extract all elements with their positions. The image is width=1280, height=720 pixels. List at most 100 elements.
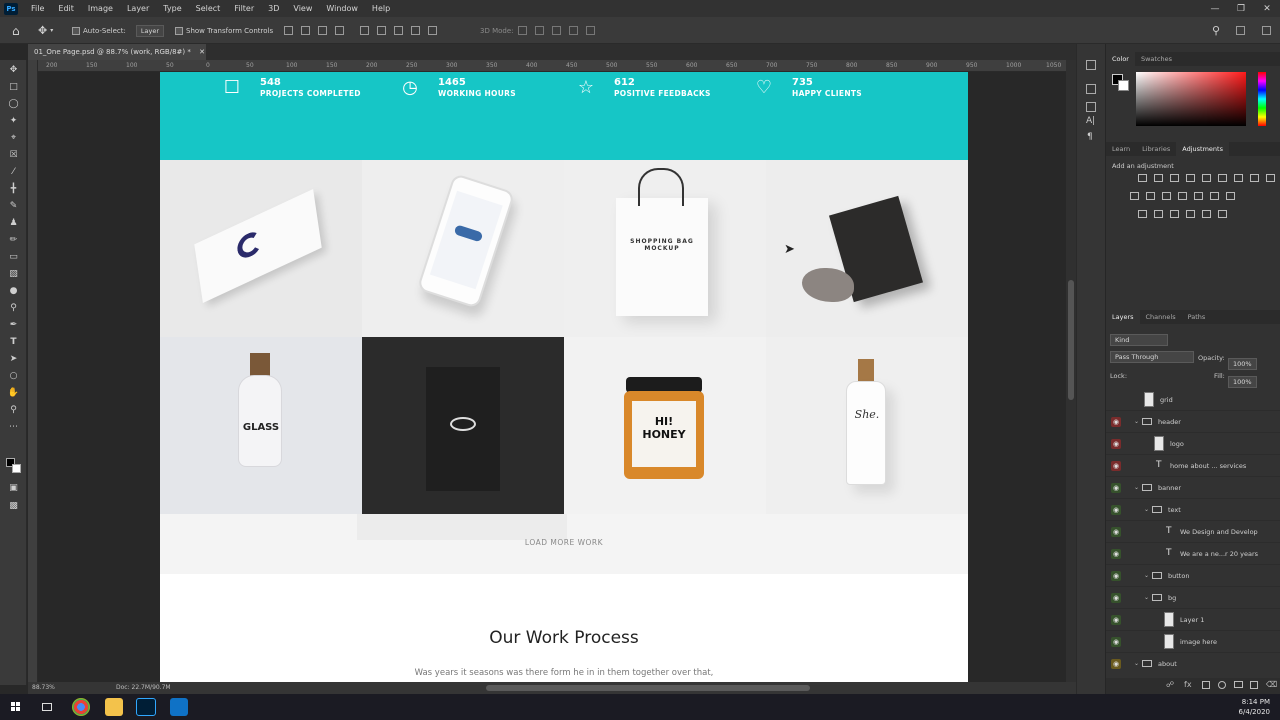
dodge-tool-icon[interactable]: ⚲ [7, 302, 20, 315]
adjustment-icon[interactable] [1250, 174, 1259, 182]
share-icon[interactable] [1258, 17, 1275, 44]
history-icon[interactable] [1086, 60, 1096, 70]
expand-chevron-icon[interactable]: ⌄ [1134, 484, 1139, 491]
paragraph-icon[interactable]: ¶ [1087, 132, 1093, 142]
opacity-field[interactable]: 100% [1228, 351, 1257, 370]
start-button[interactable] [7, 698, 25, 716]
file-explorer-icon[interactable] [105, 698, 123, 716]
visibility-eye-icon[interactable]: ◉ [1111, 439, 1121, 449]
layer-row[interactable]: ◉ T We are a ne...r 20 years [1106, 543, 1280, 565]
align-bottom-icon[interactable] [394, 26, 403, 35]
adjustment-icon[interactable] [1178, 192, 1187, 200]
visibility-eye-icon[interactable]: ◉ [1111, 527, 1121, 537]
show-transform-checkbox[interactable] [175, 26, 183, 35]
menu-window[interactable]: Window [319, 0, 365, 17]
adjustment-icon[interactable] [1218, 174, 1227, 182]
align-top-icon[interactable] [360, 26, 369, 35]
tab-layers[interactable]: Layers [1106, 310, 1140, 324]
gallery-item-book[interactable] [766, 160, 968, 337]
adjustment-icon[interactable] [1130, 192, 1139, 200]
expand-chevron-icon[interactable]: ⌄ [1134, 660, 1139, 667]
adjustment-icon[interactable] [1170, 174, 1179, 182]
pen-tool-icon[interactable]: ✒ [7, 319, 20, 332]
adjustment-icon[interactable] [1202, 210, 1211, 218]
adjustment-icon[interactable] [1186, 210, 1195, 218]
adjustment-icon[interactable] [1146, 192, 1155, 200]
canvas-area[interactable]: ☐ 548 PROJECTS COMPLETED ◷ 1465 WORKING HO… [38, 72, 1066, 682]
adjustment-icon[interactable] [1138, 174, 1147, 182]
expand-chevron-icon[interactable]: ⌄ [1144, 572, 1149, 579]
layer-row[interactable]: ◉ ⌄ header [1106, 411, 1280, 433]
quick-mask-icon[interactable]: ▣ [7, 482, 20, 495]
adjustment-icon[interactable] [1226, 192, 1235, 200]
marquee-tool-icon[interactable]: □ [7, 81, 20, 94]
adjustment-icon[interactable] [1186, 174, 1195, 182]
load-more-button[interactable]: LOAD MORE WORK [160, 538, 968, 547]
bg-color-chip[interactable] [1118, 80, 1129, 91]
background-color-swatch[interactable] [12, 464, 21, 473]
mask-icon[interactable] [1202, 681, 1210, 689]
adjustment-icon[interactable] [1210, 192, 1219, 200]
layer-row[interactable]: ◉ ⌄ button [1106, 565, 1280, 587]
align-center-icon[interactable] [301, 26, 310, 35]
search-icon[interactable]: ⚲ [1212, 17, 1220, 44]
tab-learn[interactable]: Learn [1106, 142, 1136, 156]
vscode-icon[interactable] [170, 698, 188, 716]
layer-row[interactable]: ◉ logo [1106, 433, 1280, 455]
eyedropper-tool-icon[interactable]: ⁄ [7, 166, 20, 179]
restore-button[interactable]: ❐ [1228, 4, 1254, 14]
tab-libraries[interactable]: Libraries [1136, 142, 1176, 156]
close-tab-icon[interactable]: ✕ [199, 48, 205, 56]
color-picker-field[interactable] [1136, 72, 1246, 126]
move-tool-icon[interactable]: ✥ ▾ [38, 17, 53, 44]
frame-tool-icon[interactable]: ☒ [7, 149, 20, 162]
eraser-tool-icon[interactable]: ▭ [7, 251, 20, 264]
link-layers-icon[interactable]: ☍ [1166, 680, 1174, 689]
character-icon[interactable]: A| [1086, 116, 1095, 126]
3d-pan-icon[interactable] [551, 26, 561, 35]
task-view-icon[interactable] [38, 698, 56, 716]
align-right-icon[interactable] [318, 26, 327, 35]
visibility-eye-icon[interactable]: ◉ [1111, 659, 1121, 669]
path-select-tool-icon[interactable]: ➤ [7, 353, 20, 366]
visibility-eye-icon[interactable]: ◉ [1111, 549, 1121, 559]
adjustment-icon[interactable] [1154, 174, 1163, 182]
menu-layer[interactable]: Layer [120, 0, 156, 17]
shape-tool-icon[interactable]: ○ [7, 370, 20, 383]
visibility-eye-icon[interactable]: ◉ [1111, 505, 1121, 515]
menu-3d[interactable]: 3D [261, 0, 286, 17]
menu-select[interactable]: Select [189, 0, 228, 17]
distribute-more-icon[interactable] [428, 26, 437, 35]
move-tool-icon[interactable]: ✥ [7, 64, 20, 77]
new-group-icon[interactable] [1234, 681, 1243, 688]
visibility-eye-icon[interactable]: ◉ [1111, 571, 1121, 581]
blur-tool-icon[interactable]: ● [7, 285, 20, 298]
expand-chevron-icon[interactable]: ⌄ [1144, 506, 1149, 513]
history-brush-tool-icon[interactable]: ✏ [7, 234, 20, 247]
gallery-item-black-bag[interactable] [362, 337, 564, 514]
align-middle-icon[interactable] [377, 26, 386, 35]
tab-channels[interactable]: Channels [1140, 310, 1182, 324]
blend-mode-dropdown[interactable]: Pass Through [1110, 351, 1194, 363]
expand-chevron-icon[interactable]: ⌄ [1144, 594, 1149, 601]
gallery-item-phone[interactable] [362, 160, 564, 337]
photoshop-taskbar-icon[interactable] [136, 698, 156, 716]
layer-row[interactable]: ◉ ⌄ about [1106, 653, 1280, 674]
gallery-item-pump-bottle[interactable]: She. [766, 337, 968, 514]
stamp-tool-icon[interactable]: ♟ [7, 217, 20, 230]
menu-image[interactable]: Image [81, 0, 120, 17]
layer-row[interactable]: ◉ image here [1106, 631, 1280, 653]
3d-orbit-icon[interactable] [517, 26, 527, 35]
visibility-eye-icon[interactable]: ◉ [1111, 461, 1121, 471]
visibility-eye-icon[interactable]: ◉ [1111, 593, 1121, 603]
menu-edit[interactable]: Edit [51, 0, 81, 17]
visibility-eye-icon[interactable] [1111, 395, 1121, 405]
properties-icon[interactable] [1086, 84, 1096, 94]
zoom-level[interactable]: 88.73% [32, 684, 55, 691]
new-layer-icon[interactable] [1250, 681, 1258, 689]
visibility-eye-icon[interactable]: ◉ [1111, 637, 1121, 647]
menu-filter[interactable]: Filter [227, 0, 261, 17]
close-button[interactable]: ✕ [1254, 4, 1280, 14]
layer-row[interactable]: grid [1106, 389, 1280, 411]
align-more-icon[interactable] [335, 26, 344, 35]
